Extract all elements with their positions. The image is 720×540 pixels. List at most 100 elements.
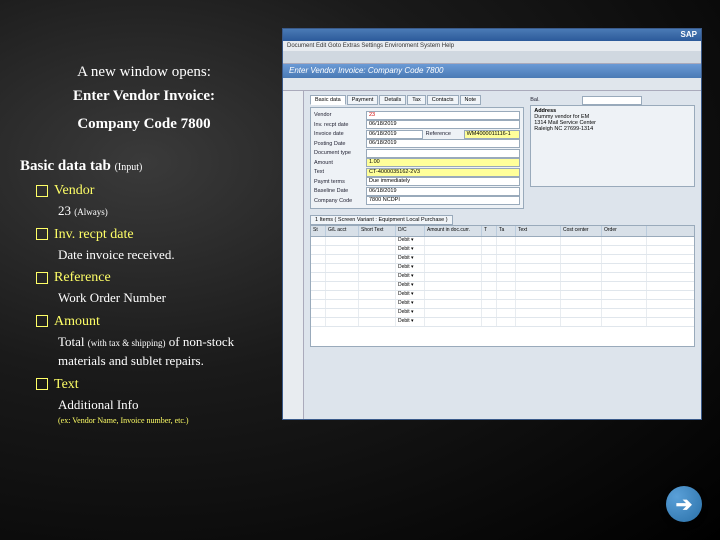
sap-field-label: Inv. recpt date <box>314 122 366 128</box>
sap-grid-cell <box>497 237 516 245</box>
sap-grid-cell <box>359 246 396 254</box>
sap-field-label: Company Code <box>314 198 366 204</box>
sap-grid-row: Debit ▾ <box>311 273 694 282</box>
checkbox-icon <box>36 185 48 197</box>
field-item: ReferenceWork Order Number <box>18 270 270 308</box>
sap-grid-cell <box>359 318 396 326</box>
sap-grid-cell <box>561 246 602 254</box>
sap-grid-cell <box>561 273 602 281</box>
sap-field-row: Inv. recpt date06/18/2019 <box>314 120 520 129</box>
sap-field-label: Posting Date <box>314 141 366 147</box>
sap-grid-row: Debit ▾ <box>311 309 694 318</box>
sap-grid-cell: Debit ▾ <box>396 282 425 290</box>
sap-tab: Basic data <box>310 95 346 105</box>
sap-grid-col: G/L acct <box>326 226 359 236</box>
sap-grid-cell <box>602 264 647 272</box>
sap-grid-cell <box>497 300 516 308</box>
sap-grid-cell <box>561 237 602 245</box>
sap-field-label: Amount <box>314 160 366 166</box>
sap-grid-cell <box>425 309 482 317</box>
sap-grid-cell: Debit ▾ <box>396 237 425 245</box>
sap-field-value: 06/18/2019 <box>366 139 520 148</box>
field-name: Reference <box>36 270 270 286</box>
sap-grid-col: Amount in doc.curr. <box>425 226 482 236</box>
sap-body: Basic dataPaymentDetailsTaxContactsNote … <box>283 91 701 419</box>
field-name: Vendor <box>36 183 270 199</box>
section-label: Basic data tab <box>20 158 111 174</box>
sap-grid-cell <box>516 264 561 272</box>
sap-grid-cell <box>359 273 396 281</box>
sap-grid-caption: 1 Items ( Screen Variant : Equipment Loc… <box>310 215 453 225</box>
sap-grid-cell: Debit ▾ <box>396 273 425 281</box>
sap-grid-cell <box>497 255 516 263</box>
sap-grid-cell <box>561 264 602 272</box>
sap-bal-label: Bal. <box>530 97 582 103</box>
sap-grid-cell <box>326 264 359 272</box>
instruction-panel: A new window opens: Enter Vendor Invoice… <box>0 0 280 540</box>
sap-grid-cell <box>482 273 497 281</box>
sap-grid-cell <box>359 255 396 263</box>
sap-grid-row: Debit ▾ <box>311 264 694 273</box>
arrow-right-icon: ➔ <box>676 492 693 517</box>
sap-menubar: Document Edit Goto Extras Settings Envir… <box>283 41 701 51</box>
sap-grid-cell <box>497 273 516 281</box>
sap-field-value: 1.00 <box>366 158 520 167</box>
sap-grid-row: Debit ▾ <box>311 237 694 246</box>
field-name: Inv. recpt date <box>36 227 270 243</box>
sap-grid-col: St <box>311 226 326 236</box>
sap-grid-cell <box>516 318 561 326</box>
sap-field-label: Document type <box>314 150 366 156</box>
sap-grid-cell: Debit ▾ <box>396 246 425 254</box>
slide: A new window opens: Enter Vendor Invoice… <box>0 0 720 540</box>
sap-grid-cell <box>359 300 396 308</box>
sap-grid-cell <box>561 318 602 326</box>
sap-grid-cell: Debit ▾ <box>396 255 425 263</box>
sap-grid-cell <box>425 318 482 326</box>
sap-address-line: Raleigh NC 27699-1314 <box>534 126 691 132</box>
sap-titlebar: SAP <box>283 29 701 41</box>
sap-field-row: Paymt termsDue immediately <box>314 177 520 186</box>
sap-field-value: 23 <box>366 111 520 120</box>
sap-logo: SAP <box>681 29 697 41</box>
sap-grid-cell <box>561 255 602 263</box>
sap-grid-cell <box>497 282 516 290</box>
next-button[interactable]: ➔ <box>666 486 702 522</box>
field-desc: Total (with tax & shipping) of non-stock… <box>58 332 270 371</box>
sap-tab: Note <box>460 95 482 105</box>
sap-grid-cell <box>482 300 497 308</box>
sap-grid-col: D/C <box>396 226 425 236</box>
sap-grid-cell <box>516 291 561 299</box>
sap-field-value: 06/18/2019 <box>366 120 520 129</box>
sap-grid-cell <box>602 237 647 245</box>
sap-field-value <box>366 149 520 158</box>
checkbox-icon <box>36 378 48 390</box>
sap-field-value: CT-4000035162-2V3 <box>366 168 520 177</box>
sap-field-label: Baseline Date <box>314 188 366 194</box>
sap-grid-cell <box>482 255 497 263</box>
sap-grid-header: StG/L acctShort TextD/CAmount in doc.cur… <box>311 226 694 237</box>
sap-ref-value: WM4000011116-1 <box>464 130 521 139</box>
sap-grid-cell <box>311 246 326 254</box>
sap-grid-cell <box>482 264 497 272</box>
sap-field-value: 06/18/2019 <box>366 130 423 139</box>
sap-grid-cell <box>326 237 359 245</box>
sap-grid-cell <box>482 291 497 299</box>
field-item: Vendor23 (Always) <box>18 183 270 221</box>
sap-field-label: Invoice date <box>314 131 366 137</box>
sap-grid-cell <box>359 291 396 299</box>
field-item: TextAdditional Info(ex: Vendor Name, Inv… <box>18 377 270 426</box>
field-item: Inv. recpt dateDate invoice received. <box>18 227 270 265</box>
sap-grid-cell <box>497 246 516 254</box>
section-note: (Input) <box>115 162 143 173</box>
sap-grid-col: Order <box>602 226 647 236</box>
sap-grid-cell <box>425 273 482 281</box>
sap-main: Basic dataPaymentDetailsTaxContactsNote … <box>304 91 701 419</box>
sap-field-label: Paymt terms <box>314 179 366 185</box>
sap-grid-col: T <box>482 226 497 236</box>
sap-address-panel: AddressDummy vendor for EM1314 Mail Serv… <box>530 105 695 187</box>
sap-grid-cell <box>602 246 647 254</box>
sap-screenshot: SAP Document Edit Goto Extras Settings E… <box>282 28 702 420</box>
sap-grid-col: Short Text <box>359 226 396 236</box>
sap-tree <box>283 91 304 419</box>
sap-grid-cell <box>516 246 561 254</box>
